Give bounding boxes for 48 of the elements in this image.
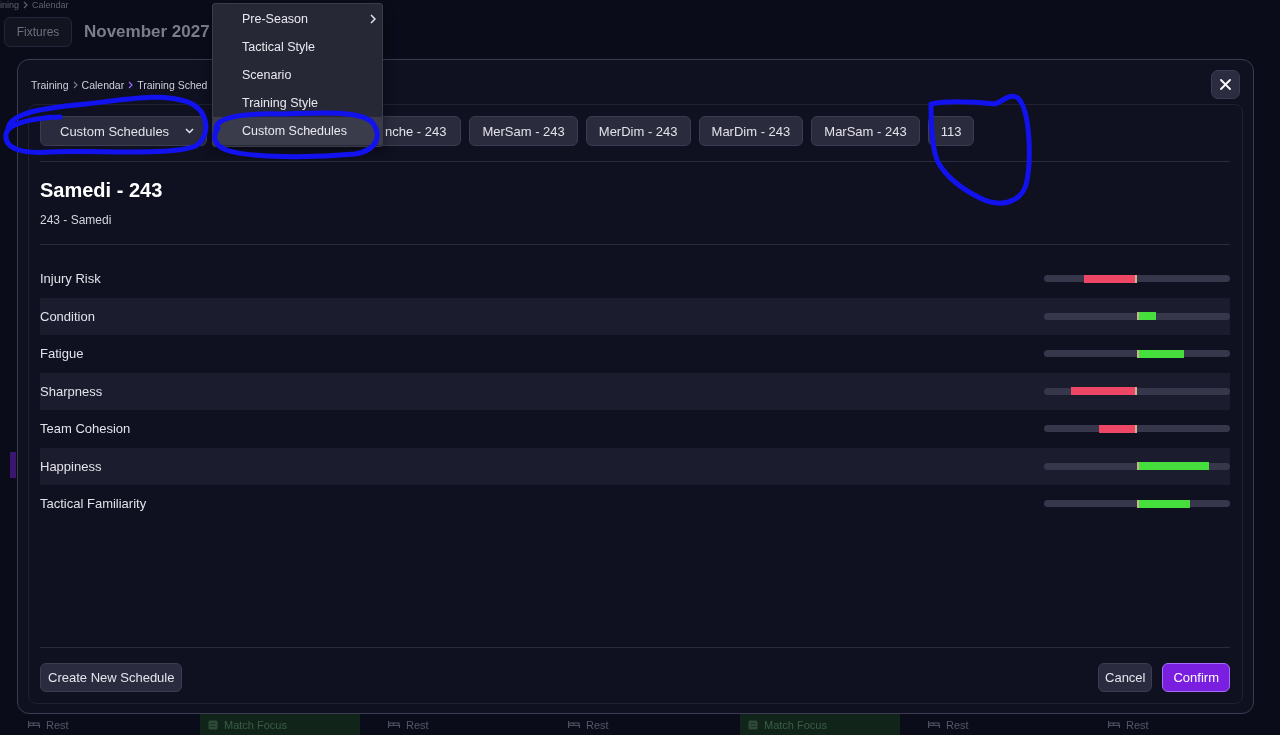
close-button[interactable] (1211, 70, 1240, 99)
menu-item[interactable]: Custom Schedules (213, 117, 382, 145)
session-label: Rest (586, 718, 609, 731)
session-label: Match Focus (764, 718, 827, 731)
session-label: Rest (46, 718, 69, 731)
menu-item[interactable]: Pre-Season (213, 5, 382, 33)
attribute-label: Injury Risk (40, 271, 101, 287)
document-icon (208, 719, 218, 730)
month-title: November 2027 (84, 22, 210, 42)
event-marker (10, 452, 16, 478)
session-label: Match Focus (224, 718, 287, 731)
bed-icon (388, 721, 400, 728)
breadcrumb-link[interactable]: Training Sched (137, 78, 208, 91)
bed-icon (568, 721, 580, 728)
breadcrumb-link[interactable]: Training (31, 78, 69, 91)
menu-item[interactable]: Scenario (213, 61, 382, 89)
schedule-title: Samedi - 243 (40, 178, 164, 202)
bed-icon (28, 721, 40, 728)
cancel-button[interactable]: Cancel (1098, 663, 1153, 692)
session-label: Rest (946, 718, 969, 731)
attribute-label: Condition (40, 308, 95, 324)
category-dropdown[interactable]: Custom Schedules (40, 116, 207, 146)
schedule-tab[interactable]: MarDim - 243 (698, 116, 804, 146)
schedule-tab[interactable]: MerDim - 243 (585, 116, 691, 146)
chevron-right-icon (72, 80, 78, 89)
bed-icon (1108, 721, 1120, 728)
attribute-label: Sharpness (40, 383, 103, 399)
fixtures-button[interactable]: Fixtures (4, 17, 72, 47)
breadcrumb-link[interactable]: Calendar (81, 78, 125, 91)
attribute-label: Tactical Familiarity (40, 496, 147, 512)
create-schedule-button[interactable]: Create New Schedule (40, 663, 183, 692)
session-label: Rest (1126, 718, 1149, 731)
attribute-label: Happiness (40, 458, 102, 474)
chevron-right-icon (23, 1, 28, 9)
close-icon (1220, 79, 1231, 90)
attribute-label: Team Cohesion (40, 421, 131, 437)
confirm-button[interactable]: Confirm (1162, 663, 1230, 692)
chevron-down-icon (185, 128, 194, 134)
menu-item[interactable]: Training Style (213, 89, 382, 117)
document-icon (748, 719, 758, 730)
schedule-tab[interactable]: MerSam - 243 (469, 116, 578, 146)
menu-item[interactable]: Tactical Style (213, 33, 382, 61)
chevron-right-icon (128, 80, 134, 89)
session-label: Rest (406, 718, 429, 731)
bed-icon (928, 721, 940, 728)
schedule-tab[interactable]: MarSam - 243 (811, 116, 920, 146)
attribute-label: Fatigue (40, 346, 84, 362)
schedule-subtitle: 243 - Samedi (40, 212, 113, 228)
